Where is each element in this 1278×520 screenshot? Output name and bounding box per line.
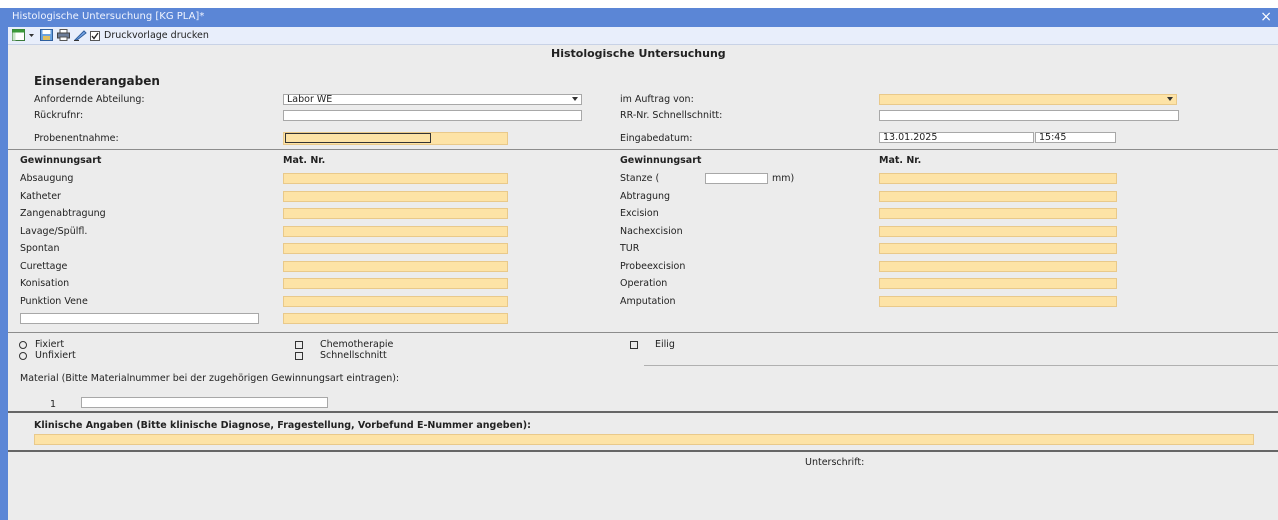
- section-sender-title: Einsenderangaben: [34, 74, 160, 88]
- entry-date-value: 13.01.2025: [883, 132, 938, 143]
- mat-nr-input[interactable]: [879, 278, 1117, 289]
- window-left-border: [0, 8, 8, 520]
- print-template-checkbox[interactable]: [90, 31, 100, 41]
- stanze-unit-label: mm): [772, 173, 795, 184]
- sampling-input[interactable]: [283, 132, 508, 145]
- method-header-left: Gewinnungsart: [20, 155, 102, 166]
- stanze-mm-input[interactable]: [705, 173, 768, 184]
- save-icon[interactable]: [40, 29, 53, 41]
- mat-nr-input[interactable]: [879, 191, 1117, 202]
- chemotherapie-label[interactable]: Chemotherapie: [320, 339, 393, 350]
- entry-time-input[interactable]: 15:45: [1035, 132, 1116, 143]
- rr-quick-input[interactable]: [879, 110, 1179, 121]
- on-behalf-label: im Auftrag von:: [620, 94, 694, 105]
- chevron-down-icon: [572, 97, 578, 101]
- layout-icon[interactable]: [12, 29, 25, 41]
- method-label-right: Stanze (: [620, 173, 660, 184]
- method-label-left: Konisation: [20, 278, 70, 289]
- custom-method-input[interactable]: [20, 313, 259, 324]
- entry-time-value: 15:45: [1039, 132, 1067, 143]
- material-input[interactable]: [81, 397, 328, 408]
- method-label-right: TUR: [620, 243, 640, 254]
- rr-quick-label: RR-Nr. Schnellschnitt:: [620, 110, 723, 121]
- sampling-label: Probenentnahme:: [34, 133, 119, 144]
- unfixiert-label[interactable]: Unfixiert: [35, 350, 76, 361]
- mat-nr-header-right: Mat. Nr.: [879, 155, 922, 166]
- method-label-right: Probeexcision: [620, 261, 686, 272]
- mat-nr-input[interactable]: [283, 243, 508, 254]
- entry-date-label: Eingabedatum:: [620, 133, 693, 144]
- method-label-left: Lavage/Spülfl.: [20, 226, 88, 237]
- schnellschnitt-checkbox[interactable]: [295, 352, 303, 360]
- mat-nr-input[interactable]: [283, 173, 508, 184]
- toolbar: Druckvorlage drucken: [8, 27, 1278, 45]
- clinical-info-input[interactable]: [34, 434, 1254, 445]
- method-label-left: Zangenabtragung: [20, 208, 106, 219]
- divider: [8, 149, 1278, 150]
- mat-nr-input[interactable]: [879, 173, 1117, 184]
- window-titlebar: Histologische Untersuchung [KG PLA]* ×: [8, 8, 1278, 27]
- method-label-right: Operation: [620, 278, 668, 289]
- method-label-right: Abtragung: [620, 191, 671, 202]
- method-label-left: Absaugung: [20, 173, 74, 184]
- method-label-left: Punktion Vene: [20, 296, 88, 307]
- method-header-right: Gewinnungsart: [620, 155, 702, 166]
- mat-nr-input[interactable]: [879, 243, 1117, 254]
- method-label-left: Curettage: [20, 261, 68, 272]
- dept-select-value: Labor WE: [287, 94, 333, 105]
- mat-nr-input[interactable]: [283, 191, 508, 202]
- clinical-header: Klinische Angaben (Bitte klinische Diagn…: [34, 420, 531, 431]
- print-template-label[interactable]: Druckvorlage drucken: [104, 30, 209, 41]
- mat-nr-input[interactable]: [879, 208, 1117, 219]
- close-icon[interactable]: ×: [1260, 9, 1272, 25]
- mat-nr-input[interactable]: [879, 261, 1117, 272]
- mat-nr-input[interactable]: [283, 261, 508, 272]
- mat-nr-input[interactable]: [283, 208, 508, 219]
- mat-nr-input[interactable]: [283, 296, 508, 307]
- mat-nr-header-left: Mat. Nr.: [283, 155, 326, 166]
- divider: [8, 450, 1278, 452]
- mat-nr-input[interactable]: [879, 226, 1117, 237]
- method-label-right: Excision: [620, 208, 659, 219]
- top-strip: [0, 0, 1278, 8]
- material-note: Material (Bitte Materialnummer bei der z…: [20, 373, 400, 384]
- fixiert-label[interactable]: Fixiert: [35, 339, 64, 350]
- divider: [644, 365, 1278, 366]
- eilig-label[interactable]: Eilig: [655, 339, 675, 350]
- form-title: Histologische Untersuchung: [551, 47, 726, 60]
- method-label-left: Katheter: [20, 191, 61, 202]
- dept-select[interactable]: Labor WE: [283, 94, 582, 105]
- dept-label: Anfordernde Abteilung:: [34, 94, 145, 105]
- fixiert-radio[interactable]: [19, 341, 27, 349]
- mat-nr-input[interactable]: [283, 313, 508, 324]
- histology-form: Histologische Untersuchung Einsenderanga…: [8, 45, 1278, 520]
- dropdown-arrow-icon[interactable]: [28, 29, 35, 41]
- mat-nr-input[interactable]: [283, 226, 508, 237]
- mat-nr-input[interactable]: [879, 296, 1117, 307]
- divider: [8, 332, 1278, 333]
- schnellschnitt-label[interactable]: Schnellschnitt: [320, 350, 387, 361]
- chevron-down-icon: [1167, 97, 1173, 101]
- signature-label: Unterschrift:: [805, 457, 865, 468]
- on-behalf-select[interactable]: [879, 94, 1177, 105]
- callback-label: Rückrufnr:: [34, 110, 84, 121]
- chemotherapie-checkbox[interactable]: [295, 341, 303, 349]
- method-label-left: Spontan: [20, 243, 60, 254]
- sign-pen-icon[interactable]: [74, 29, 87, 41]
- divider: [8, 411, 1278, 413]
- window-title: Histologische Untersuchung [KG PLA]*: [12, 11, 205, 22]
- sampling-input-focus: [285, 133, 431, 143]
- entry-date-input[interactable]: 13.01.2025: [879, 132, 1034, 143]
- checkmark-icon: [91, 32, 99, 40]
- mat-nr-input[interactable]: [283, 278, 508, 289]
- printer-icon[interactable]: [57, 29, 70, 41]
- material-row-number: 1: [50, 399, 57, 410]
- eilig-checkbox[interactable]: [630, 341, 638, 349]
- unfixiert-radio[interactable]: [19, 352, 27, 360]
- callback-input[interactable]: [283, 110, 582, 121]
- method-label-right: Nachexcision: [620, 226, 683, 237]
- method-label-right: Amputation: [620, 296, 676, 307]
